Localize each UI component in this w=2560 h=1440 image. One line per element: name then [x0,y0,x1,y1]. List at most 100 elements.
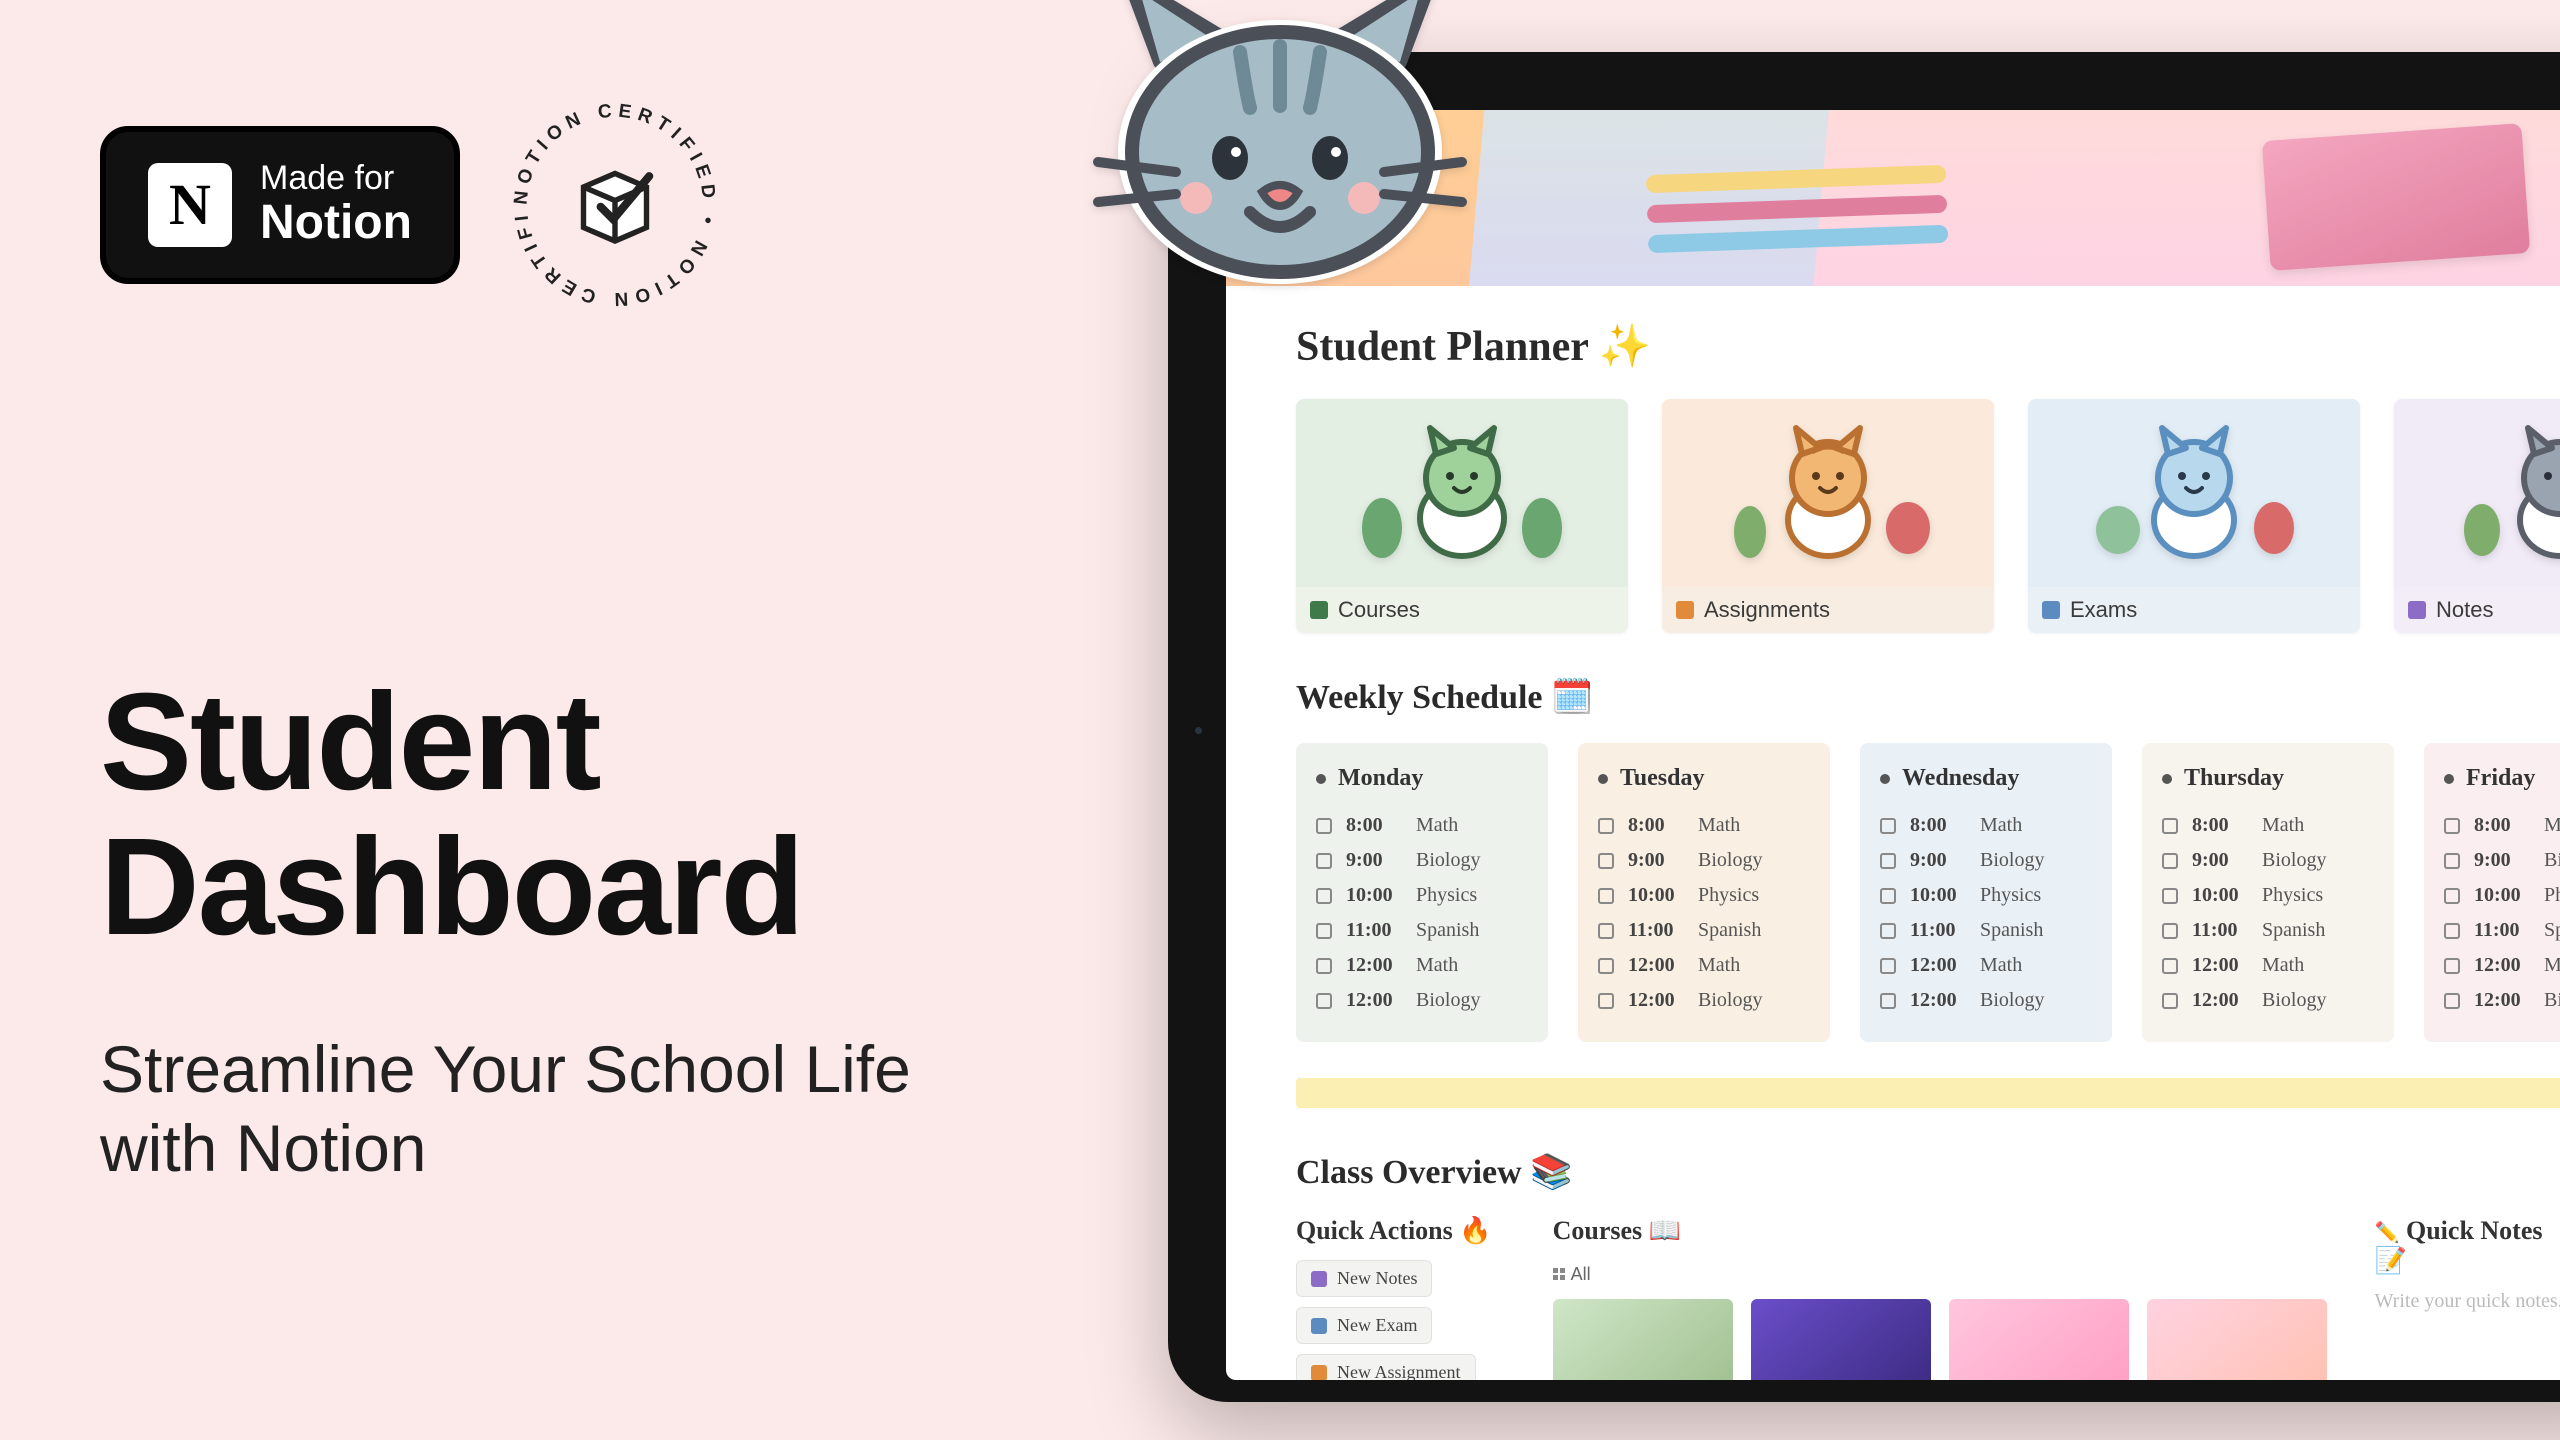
class-row[interactable]: 12:00Biology [1598,983,1810,1018]
checkbox-icon[interactable] [1316,923,1332,939]
class-subject: Math [1416,814,1458,837]
checkbox-icon[interactable] [2444,818,2460,834]
class-time: 11:00 [1628,919,1684,942]
class-row[interactable]: 8:00Math [1880,808,2092,843]
class-row[interactable]: 8:00Math [1316,808,1528,843]
class-row[interactable]: 12:00Math [2444,948,2560,983]
checkbox-icon[interactable] [2162,818,2178,834]
class-row[interactable]: 12:00Biology [1880,983,2092,1018]
class-row[interactable]: 10:00Physics [1316,878,1528,913]
checkbox-icon[interactable] [1880,853,1896,869]
checkbox-icon[interactable] [2162,923,2178,939]
quick-action-button[interactable]: New Exam [1296,1307,1432,1344]
day-card: Tuesday8:00Math9:00Biology10:00Physics11… [1578,743,1830,1042]
checkbox-icon[interactable] [2444,923,2460,939]
checkbox-icon[interactable] [1316,958,1332,974]
class-time: 8:00 [1910,814,1966,837]
checkbox-icon[interactable] [2162,958,2178,974]
notion-certified-badge: NOTION CERTIFIED • NOTION CERTIFIED • [510,100,720,310]
class-row[interactable]: 12:00Biology [2444,983,2560,1018]
day-name: Wednesday [1880,765,2092,792]
qa-label: New Exam [1337,1315,1417,1336]
class-row[interactable]: 12:00Math [1598,948,1810,983]
planner-card-label: Assignments [1704,597,1830,623]
planner-card-notes[interactable]: Notes [2394,399,2560,633]
qa-icon [1311,1271,1327,1287]
course-thumb[interactable] [2147,1299,2327,1381]
checkbox-icon[interactable] [1880,923,1896,939]
class-row[interactable]: 10:00Physics [1598,878,1810,913]
checkbox-icon[interactable] [1598,923,1614,939]
checkbox-icon[interactable] [2162,853,2178,869]
planner-card-courses[interactable]: Courses [1296,399,1628,633]
class-time: 9:00 [1628,849,1684,872]
checkbox-icon[interactable] [1880,958,1896,974]
made-for-notion-badge: N Made for Notion [100,126,460,284]
checkbox-icon[interactable] [1598,888,1614,904]
class-row[interactable]: 12:00Math [1880,948,2092,983]
class-row[interactable]: 12:00Biology [1316,983,1528,1018]
class-row[interactable]: 9:00Biology [1316,843,1528,878]
class-subject: Spanish [1698,919,1761,942]
course-thumbnails [1553,1299,2327,1381]
day-name: Friday [2444,765,2560,792]
class-row[interactable]: 9:00Biology [2162,843,2374,878]
class-row[interactable]: 8:00Math [1598,808,1810,843]
planner-card-assignments[interactable]: Assignments [1662,399,1994,633]
quick-notes-placeholder[interactable]: Write your quick notes... [2375,1290,2560,1313]
checkbox-icon[interactable] [1880,888,1896,904]
class-row[interactable]: 11:00Spanish [2162,913,2374,948]
quick-actions-title: Quick Actions 🔥 [1296,1216,1505,1246]
class-row[interactable]: 8:00Math [2444,808,2560,843]
course-thumb[interactable] [1949,1299,2129,1381]
course-thumb[interactable] [1553,1299,1733,1381]
course-thumb[interactable] [1751,1299,1931,1381]
class-time: 10:00 [1910,884,1966,907]
checkbox-icon[interactable] [2162,993,2178,1009]
quick-action-button[interactable]: New Assignment [1296,1354,1476,1380]
planner-card-exams[interactable]: Exams [2028,399,2360,633]
class-row[interactable]: 9:00Biology [1880,843,2092,878]
class-row[interactable]: 11:00Spanish [1880,913,2092,948]
class-row[interactable]: 12:00Math [1316,948,1528,983]
checkbox-icon[interactable] [1598,993,1614,1009]
class-subject: Math [2262,954,2304,977]
checkbox-icon[interactable] [1880,993,1896,1009]
class-time: 9:00 [1346,849,1402,872]
class-row[interactable]: 9:00Biology [2444,843,2560,878]
class-subject: Biology [1980,849,2044,872]
checkbox-icon[interactable] [2444,958,2460,974]
class-row[interactable]: 12:00Math [2162,948,2374,983]
checkbox-icon[interactable] [1598,853,1614,869]
class-row[interactable]: 11:00Spanish [2444,913,2560,948]
class-row[interactable]: 9:00Biology [1598,843,1810,878]
marketing-panel: N Made for Notion NOTION CERTIFIED • NOT… [100,100,1000,1188]
class-row[interactable]: 10:00Physics [2444,878,2560,913]
class-row[interactable]: 12:00Biology [2162,983,2374,1018]
schedule-section-title: Weekly Schedule 🗓️ [1296,677,2560,717]
checkbox-icon[interactable] [2444,993,2460,1009]
checkbox-icon[interactable] [1316,818,1332,834]
checkbox-icon[interactable] [2162,888,2178,904]
class-row[interactable]: 8:00Math [2162,808,2374,843]
class-subject: Spanish [2262,919,2325,942]
class-time: 11:00 [1346,919,1402,942]
day-card: Thursday8:00Math9:00Biology10:00Physics1… [2142,743,2394,1042]
class-row[interactable]: 11:00 Spanish [1598,913,1810,948]
badge-line1: Made for [260,160,412,197]
class-row[interactable]: 10:00Physics [2162,878,2374,913]
check-icon [1676,601,1694,619]
checkbox-icon[interactable] [1316,888,1332,904]
checkbox-icon[interactable] [1880,818,1896,834]
checkbox-icon[interactable] [2444,853,2460,869]
courses-view-all[interactable]: All [1553,1264,1591,1285]
checkbox-icon[interactable] [1598,818,1614,834]
quick-action-button[interactable]: New Notes [1296,1260,1432,1297]
class-time: 8:00 [2474,814,2530,837]
checkbox-icon[interactable] [2444,888,2460,904]
class-row[interactable]: 10:00Physics [1880,878,2092,913]
checkbox-icon[interactable] [1316,853,1332,869]
class-row[interactable]: 11:00Spanish [1316,913,1528,948]
checkbox-icon[interactable] [1316,993,1332,1009]
checkbox-icon[interactable] [1598,958,1614,974]
